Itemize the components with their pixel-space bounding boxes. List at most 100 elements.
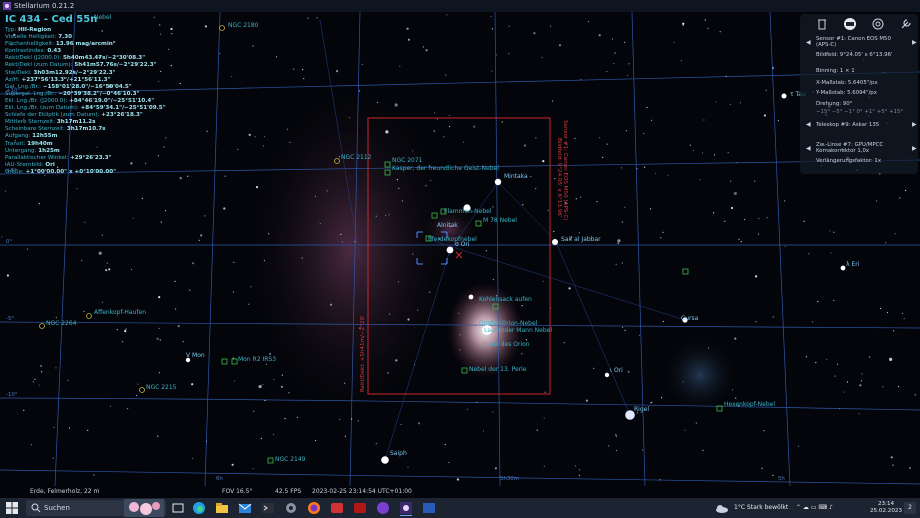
info-row-value: 5h41m57.76s/−2°29'22.3" [74,62,157,69]
star-iota-ori[interactable] [604,372,610,378]
star-tau-tau[interactable] [781,93,787,99]
ocular-icon[interactable] [870,16,886,32]
background-star [682,22,685,25]
background-star [287,128,289,130]
background-star [772,316,774,318]
sensor-frame-label-left: Rekt/Dekl: +5h41m/−2°29' [360,315,366,392]
background-star [102,301,104,303]
trash-icon[interactable] [814,16,830,32]
background-star [689,144,692,146]
background-star [543,417,545,419]
info-row-label: Untergang: [5,147,39,154]
background-star [772,474,774,476]
label-ngc2215: NGC 2215 [146,384,177,391]
star-eta-ori[interactable] [468,294,474,300]
prev-sensor-arrow[interactable]: ◀ [806,39,811,46]
background-star [763,114,767,117]
prev-lens-arrow[interactable]: ◀ [806,145,811,152]
windows-start-icon[interactable] [6,502,18,514]
background-star [815,362,817,364]
terminal-icon[interactable] [260,500,276,516]
label-saiph: Saiph [390,450,407,457]
label-rigel: Rigel [634,406,649,413]
background-star [40,364,43,368]
background-star [296,416,298,418]
tray-icons[interactable]: ⌃ ☁ ▭ ⌨ ♪ [796,498,833,518]
star-lambda-eri[interactable] [840,265,846,271]
background-star [492,411,494,413]
info-row: IAU-Sternbild: Ori [5,162,195,169]
file-explorer-icon[interactable] [214,500,230,516]
settings-icon[interactable] [283,500,299,516]
app-icon-dark[interactable] [352,500,368,516]
background-star [158,327,160,329]
status-location: Erde, Felmerholz, 22 m [30,488,100,495]
ocular-xscale: X-Maßstab: 5.6405"/px [816,80,878,86]
next-sensor-arrow[interactable]: ▶ [912,39,917,46]
app-icon-red[interactable] [329,500,345,516]
info-row-label: Kontrastindex: [5,48,48,55]
background-star [280,385,283,388]
info-row-value: 3h17m10.7s [66,126,106,133]
background-star [446,14,448,16]
grid-label: 5h30m [500,476,519,482]
background-star [542,160,545,163]
prev-telescope-arrow[interactable]: ◀ [806,121,811,128]
notification-badge[interactable]: 2 [904,502,916,514]
taskbar-clock[interactable]: 23:14 25.02.2023 [870,501,902,515]
background-star [329,303,333,306]
background-star [682,381,684,383]
status-fov: FOV 16.5° [222,488,253,495]
wrench-icon[interactable] [898,16,914,32]
background-star [643,132,645,134]
weather-text[interactable]: 1°C Stark bewölkt [734,498,788,518]
star-mintaka[interactable] [494,178,502,186]
background-star [340,233,342,235]
background-star [219,53,221,55]
next-telescope-arrow[interactable]: ▶ [912,121,917,128]
info-row: Schiefe der Ekliptik (zum Datum): +23°26… [5,112,195,119]
background-star [395,359,398,362]
info-row-label: Transit: [5,140,28,147]
background-star [758,218,760,220]
background-star [375,215,377,217]
app-icon-blue[interactable] [421,500,437,516]
object-info-rows: Typ: HII-Region Visuelle Helligkeit: 7.30… [5,27,195,176]
background-star [434,112,436,114]
label-saif: Saif al Jabbar [561,236,601,243]
background-star [388,214,390,216]
background-star [491,70,493,72]
background-star [252,45,254,47]
star-saiph[interactable] [381,456,389,464]
star-saif[interactable] [552,239,558,245]
background-star [614,52,616,54]
ocular-rotation-steps[interactable]: −15° −5° −1° 0° +1° +5° +15° [816,109,903,116]
task-view-icon[interactable] [170,500,186,516]
background-star [738,238,740,240]
app-icon-purple[interactable] [375,500,391,516]
background-star [263,259,265,262]
info-row: Supergal. Lng./Br.: −20°39'38.2"/−0°46'1… [5,91,195,98]
sensor-icon[interactable] [842,16,858,32]
background-star [156,337,159,340]
edge-icon[interactable] [191,500,207,516]
background-star [81,260,83,262]
next-lens-arrow[interactable]: ▶ [912,145,917,152]
window-titlebar[interactable]: Stellarium 0.21.2 [0,0,920,12]
firefox-icon[interactable] [306,500,322,516]
background-star [27,248,29,250]
stellarium-taskbar-icon[interactable] [398,500,414,516]
background-star [702,449,704,451]
background-star [98,251,102,255]
background-star [1,236,3,238]
background-star [191,383,194,386]
background-star [389,313,391,315]
background-star [535,137,537,139]
star-alnitak[interactable] [446,246,454,254]
mail-icon[interactable] [237,500,253,516]
info-row-label: Stw/Dekl: [5,69,34,76]
background-star [106,262,108,264]
background-star [205,440,208,442]
background-star [55,316,57,319]
background-star [394,103,398,107]
